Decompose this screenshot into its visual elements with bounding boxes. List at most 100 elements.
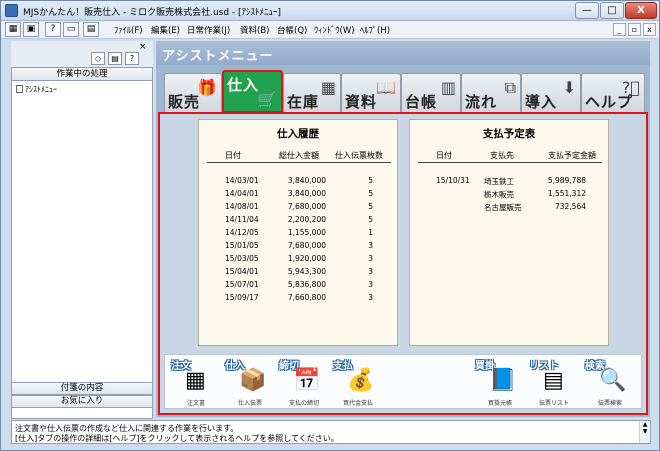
list-item-label: ｱｼｽﾄﾒﾆｭｰ bbox=[25, 85, 57, 94]
menu-edit[interactable]: 編集(E) bbox=[151, 24, 180, 36]
table-cell: 3 bbox=[368, 254, 373, 263]
table-cell: 14/03/01 bbox=[225, 176, 259, 185]
menu-daily[interactable]: 日常作業(J) bbox=[187, 24, 230, 36]
tab-inventory[interactable]: ▦ 在庫 bbox=[283, 73, 341, 113]
slip-list-button[interactable]: リスト ▤ 伝票リスト bbox=[529, 357, 579, 407]
column-header: 支払先 bbox=[490, 151, 514, 160]
column-header: 日付 bbox=[436, 151, 452, 160]
divider bbox=[418, 162, 602, 163]
table-cell: 1,920,000 bbox=[287, 254, 326, 263]
table-cell: 5 bbox=[368, 176, 373, 185]
table-cell: 15/01/05 bbox=[225, 241, 259, 250]
menu-ledger[interactable]: 台帳(Q) bbox=[277, 24, 307, 36]
purchase-slip-button[interactable]: 仕入 📦 仕入伝票 bbox=[225, 357, 275, 407]
menu-materials[interactable]: 資料(B) bbox=[240, 24, 269, 36]
main-area: アシストメニュー 🎁 販売 仕入 🛒 ▦ 在庫 📖 資料 ▥ 台帳 ⧉ 流れ ⬇… bbox=[156, 41, 650, 417]
tab-materials[interactable]: 📖 資料 bbox=[341, 73, 401, 113]
table-cell: 栃木販売 bbox=[484, 190, 514, 199]
list-icon: ▤ bbox=[543, 368, 564, 393]
eraser-icon[interactable]: ◇ bbox=[91, 52, 105, 65]
app-window: MJSかんたん！販売仕入 - ミロク販売株式会社.usd - [ｱｼｽﾄﾒﾆｭｰ… bbox=[0, 0, 660, 451]
list-item[interactable]: ｱｼｽﾄﾒﾆｭｰ bbox=[16, 84, 57, 95]
tab-ledger[interactable]: ▥ 台帳 bbox=[401, 73, 461, 113]
table-cell: 5,836,800 bbox=[287, 280, 326, 289]
window-title: MJSかんたん！販売仕入 - ミロク販売株式会社.usd - [ｱｼｽﾄﾒﾆｭｰ… bbox=[23, 8, 282, 18]
table-cell: 5 bbox=[368, 215, 373, 224]
tab-label: 導入 bbox=[525, 93, 558, 111]
table-cell: 15/07/01 bbox=[225, 280, 259, 289]
order-button[interactable]: 注文 ▦ 注文書 bbox=[171, 357, 221, 407]
close-button[interactable]: X bbox=[625, 2, 657, 19]
tab-label: 台帳 bbox=[405, 93, 438, 111]
favorites-button[interactable]: お気に入り bbox=[11, 395, 153, 408]
table-cell: 15/09/17 bbox=[225, 293, 259, 302]
table-cell: 732,564 bbox=[554, 202, 586, 211]
column-header: 日付 bbox=[225, 151, 241, 160]
help-icon[interactable]: ? bbox=[45, 22, 61, 37]
tab-label: 販売 bbox=[168, 93, 201, 111]
menu-file[interactable]: ﾌｧｲﾙ(F) bbox=[114, 24, 143, 36]
table-cell: 埼玉鉄工 bbox=[484, 177, 514, 186]
closing-button[interactable]: 締切 📅 支払の締切 bbox=[279, 357, 329, 407]
payment-schedule-panel: 支払予定表 日付 支払先 支払予定金額 15/10/31 埼玉鉄工 5,989,… bbox=[409, 119, 609, 346]
hint-line: [仕入]タブの操作の詳細は[ヘルプ]をクリックして表示されるヘルプを参照してくだ… bbox=[15, 434, 339, 443]
boxes-icon: ▦ bbox=[320, 78, 336, 97]
calendar-icon: 📅 bbox=[293, 368, 321, 393]
payables-ledger-button[interactable]: 買掛 📘 買掛元帳 bbox=[475, 357, 525, 407]
image-icon[interactable]: ▣ bbox=[23, 22, 39, 37]
table-cell: 2,200,200 bbox=[287, 215, 326, 224]
magnifier-icon: 🔍 bbox=[599, 368, 627, 393]
pane-close-icon[interactable]: × bbox=[139, 42, 147, 52]
table-cell: 5,989,788 bbox=[547, 176, 586, 185]
tool-label: 買掛元帳 bbox=[487, 400, 512, 407]
order-sheet-icon: ▦ bbox=[185, 368, 206, 393]
window-icon[interactable]: ▭ bbox=[63, 22, 79, 37]
mdi-minimize-button[interactable]: _ bbox=[613, 23, 626, 36]
left-pane-toolbar: × ◇ ▤ ? bbox=[11, 41, 153, 67]
tab-label: 在庫 bbox=[287, 93, 320, 111]
table-cell: 1,155,000 bbox=[287, 228, 326, 237]
table-cell: 1,551,312 bbox=[547, 189, 586, 198]
box-icon: 📦 bbox=[239, 368, 267, 393]
open-icon[interactable]: ▤ bbox=[83, 22, 99, 37]
note-icon[interactable]: ▤ bbox=[108, 52, 122, 65]
hint-scrollbar[interactable]: ▲ ▼ bbox=[639, 421, 650, 443]
tool-label: 仕入伝票 bbox=[237, 400, 262, 407]
table-cell: 7,680,000 bbox=[287, 202, 326, 211]
install-icon: ⬇ bbox=[562, 78, 576, 97]
minimize-button[interactable]: — bbox=[575, 2, 599, 19]
in-progress-list: ｱｼｽﾄﾒﾆｭｰ bbox=[11, 81, 153, 419]
in-progress-header: 作業中の処理 bbox=[11, 67, 153, 81]
tab-sales[interactable]: 🎁 販売 bbox=[164, 73, 222, 113]
tab-flow[interactable]: ⧉ 流れ bbox=[461, 73, 521, 113]
menu-help[interactable]: ﾍﾙﾌﾟ(H) bbox=[360, 24, 390, 36]
tab-content: 仕入履歴 日付 総仕入金額 仕入伝票枚数 14/03/01 3,840,000 … bbox=[158, 112, 648, 415]
menu-bar: ▦ ▣ ? ▭ ▤ ﾌｧｲﾙ(F) 編集(E) 日常作業(J) 資料(B) 台帳… bbox=[1, 21, 659, 39]
grid-icon[interactable]: ▦ bbox=[5, 22, 21, 37]
hint-bar: 注文書や仕入伝票の作成など仕入に関連する作業を行います。 [仕入]タブの操作の詳… bbox=[11, 420, 651, 444]
table-cell: 5,943,300 bbox=[287, 267, 326, 276]
flow-icon: ⧉ bbox=[504, 78, 516, 97]
menu-window[interactable]: ｳｨﾝﾄﾞｳ(W) bbox=[314, 24, 355, 36]
payment-button[interactable]: 支払 💰 買代金支払 bbox=[333, 357, 383, 407]
tab-help[interactable]: ?⃝ ヘルプ bbox=[581, 73, 645, 113]
tab-purchase[interactable]: 仕入 🛒 bbox=[222, 70, 283, 113]
question-icon[interactable]: ? bbox=[125, 52, 139, 65]
book-icon: 📖 bbox=[376, 78, 396, 97]
table-cell: 3 bbox=[368, 267, 373, 276]
binders-icon: ▥ bbox=[440, 78, 456, 97]
app-icon bbox=[5, 4, 18, 17]
tab-label: 資料 bbox=[345, 93, 378, 111]
sticky-note-button[interactable]: 付箋の内容 bbox=[11, 382, 153, 395]
tab-label: 仕入 bbox=[227, 76, 260, 94]
tool-label: 伝票検索 bbox=[597, 400, 622, 407]
tab-install[interactable]: ⬇ 導入 bbox=[521, 73, 581, 113]
table-cell: 1 bbox=[368, 228, 373, 237]
mdi-close-button[interactable]: x bbox=[643, 23, 656, 36]
table-cell: 5 bbox=[368, 189, 373, 198]
table-cell: 3 bbox=[368, 241, 373, 250]
main-header: アシストメニュー bbox=[156, 41, 650, 65]
slip-search-button[interactable]: 検索 🔍 伝票検索 bbox=[585, 357, 635, 407]
mdi-restore-button[interactable]: ▫ bbox=[628, 23, 641, 36]
maximize-button[interactable]: □ bbox=[600, 2, 624, 19]
